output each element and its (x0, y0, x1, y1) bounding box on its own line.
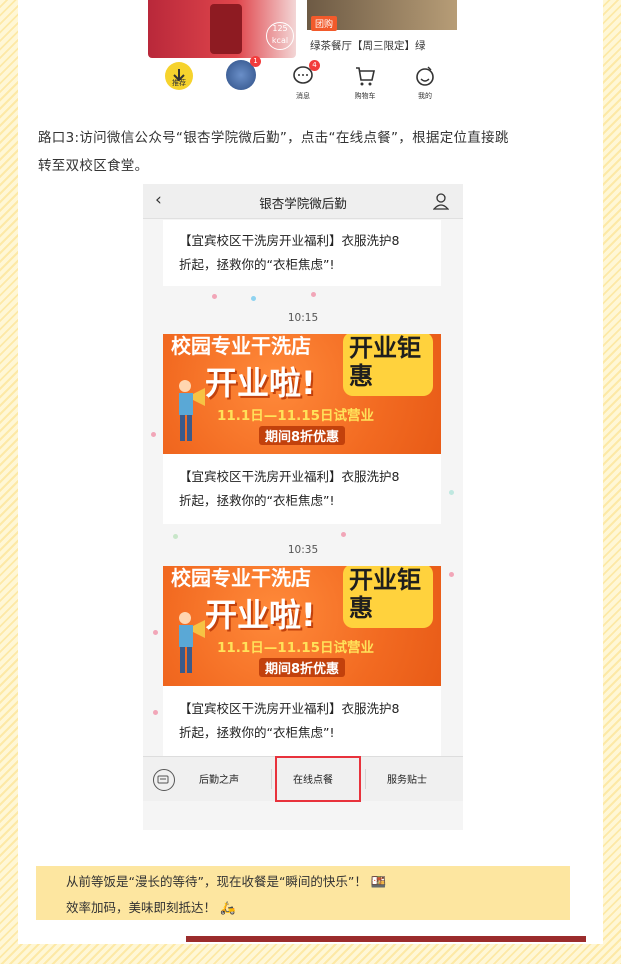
nav-avatar[interactable]: 1 (216, 56, 266, 90)
nav-message[interactable]: 4 消息 (278, 60, 328, 101)
message-badge: 4 (309, 60, 320, 71)
item-title[interactable]: 绿茶餐厅【周三限定】绿 (310, 38, 426, 53)
note-text: 从前等饭是“漫长的等待”，现在收餐是“瞬间的快乐”！ (66, 874, 367, 889)
message-card[interactable]: 【宜宾校区干洗房开业福利】衣服洗护8 折起，拯救你的“衣柜焦虑”! (163, 220, 441, 286)
shop-bottom-nav: 推荐 1 4 消息 购物车 我的 (144, 56, 464, 102)
menu-divider (365, 769, 366, 789)
message-line: 折起，拯救你的“衣柜焦虑”! (179, 725, 335, 740)
banner-line-2: 开业啦! (205, 364, 316, 402)
message-line: 【宜宾校区干洗房开业福利】衣服洗护8 (179, 233, 400, 248)
message-icon: 4 (291, 60, 320, 88)
note-line-1: 从前等饭是“漫长的等待”，现在收餐是“瞬间的快乐”！ 🍱 (66, 871, 386, 890)
product-image: 125 kcal (148, 0, 296, 58)
nav-label: 我的 (418, 92, 432, 100)
message-time: 10:15 (287, 312, 319, 324)
confetti-dot (153, 630, 158, 635)
nav-profile[interactable]: 我的 (400, 64, 450, 101)
nav-label: 推荐 (172, 79, 186, 87)
banner-badge-text: 开业钜惠 (349, 334, 421, 390)
message-line: 【宜宾校区干洗房开业福利】衣服洗护8 (179, 469, 400, 484)
wechat-screenshot: ‹ 银杏学院微后勤 【宜宾校区干洗房开业福利】衣服洗护8 折起，拯救你的“衣柜焦… (143, 184, 463, 830)
account-title: 银杏学院微后勤 (259, 196, 347, 211)
banner-line-4: 期间8折优惠 (259, 426, 346, 445)
confetti-dot (449, 490, 454, 495)
confetti-dot (449, 572, 454, 577)
profile-icon (413, 64, 437, 88)
menu-tab-logistics-voice[interactable]: 后勤之声 (199, 771, 239, 786)
intro-line-2: 转至双校区食堂。 (38, 158, 149, 174)
avatar-badge: 1 (250, 56, 261, 67)
promo-banner: 校园专业干洗店 开业啦! 开业钜惠 11.1日—11.15日试营业 期间8折优惠 (163, 334, 441, 454)
message-text: 【宜宾校区干洗房开业福利】衣服洗护8 折起，拯救你的“衣柜焦虑”! (163, 456, 415, 522)
highlight-box (275, 756, 361, 802)
megaphone-person-icon (179, 612, 205, 673)
confetti-dot (251, 296, 256, 301)
confetti-dot (151, 432, 156, 437)
message-text: 【宜宾校区干洗房开业福利】衣服洗护8 折起，拯救你的“衣柜焦虑”! (163, 220, 441, 286)
confetti-dot (153, 710, 158, 715)
decorative-bar (186, 936, 586, 942)
megaphone-person-icon (179, 380, 205, 441)
banner-badge-text: 开业钜惠 (349, 566, 421, 622)
note-text: 效率加码，美味即刻抵达！ (66, 900, 217, 915)
intro-paragraph: 路口3:访问微信公众号“银杏学院微后勤”，点击“在线点餐”，根据定位直接跳 转至… (38, 124, 583, 180)
note-line-2: 效率加码，美味即刻抵达！ 🛵 (66, 897, 236, 916)
drink-cup-image (210, 4, 242, 54)
confetti-dot (212, 294, 217, 299)
message-text: 【宜宾校区干洗房开业福利】衣服洗护8 折起，拯救你的“衣柜焦虑”! (163, 688, 415, 754)
avatar-icon: 1 (226, 56, 261, 90)
nav-cart[interactable]: 购物车 (340, 64, 390, 101)
user-icon[interactable] (433, 192, 449, 210)
nav-recommend[interactable]: 推荐 (154, 62, 204, 90)
promo-banner: 校园专业干洗店 开业啦! 开业钜惠 11.1日—11.15日试营业 期间8折优惠 (163, 566, 441, 686)
banner-line-2: 开业啦! (205, 596, 316, 634)
nav-label: 购物车 (354, 92, 376, 100)
menu-tab-service-tips[interactable]: 服务贴士 (387, 771, 427, 786)
banner-badge: 开业钜惠 (343, 334, 433, 396)
menu-divider (271, 769, 272, 789)
cart-icon (353, 64, 377, 88)
message-line: 折起，拯救你的“衣柜焦虑”! (179, 257, 335, 272)
message-card[interactable]: 校园专业干洗店 开业啦! 开业钜惠 11.1日—11.15日试营业 期间8折优惠… (163, 566, 441, 756)
emoji-icon: 🍱 (370, 874, 387, 889)
message-line: 折起，拯救你的“衣柜焦虑”! (179, 493, 335, 508)
message-time: 10:35 (287, 544, 319, 556)
message-card[interactable]: 校园专业干洗店 开业啦! 开业钜惠 11.1日—11.15日试营业 期间8折优惠… (163, 334, 441, 524)
intro-line-1: 路口3:访问微信公众号“银杏学院微后勤”，点击“在线点餐”，根据定位直接跳 (38, 130, 509, 146)
wechat-header: ‹ 银杏学院微后勤 (143, 184, 463, 219)
delivery-icon: 🛵 (220, 900, 236, 915)
banner-line-4: 期间8折优惠 (259, 658, 346, 677)
kcal-badge: 125 kcal (266, 22, 294, 50)
keyboard-icon[interactable] (153, 769, 175, 791)
confetti-dot (341, 532, 346, 537)
banner-line-1: 校园专业干洗店 (171, 566, 311, 590)
banner-line-3: 11.1日—11.15日试营业 (217, 640, 375, 656)
group-tag: 团购 (311, 16, 338, 31)
banner-line-1: 校园专业干洗店 (171, 334, 311, 358)
banner-line-3: 11.1日—11.15日试营业 (217, 408, 375, 424)
confetti-dot (173, 534, 178, 539)
confetti-dot (311, 292, 316, 297)
nav-label: 消息 (296, 92, 310, 100)
message-line: 【宜宾校区干洗房开业福利】衣服洗护8 (179, 701, 400, 716)
banner-badge: 开业钜惠 (343, 566, 433, 628)
footer-note: 从前等饭是“漫长的等待”，现在收餐是“瞬间的快乐”！ 🍱 效率加码，美味即刻抵达… (36, 866, 570, 920)
